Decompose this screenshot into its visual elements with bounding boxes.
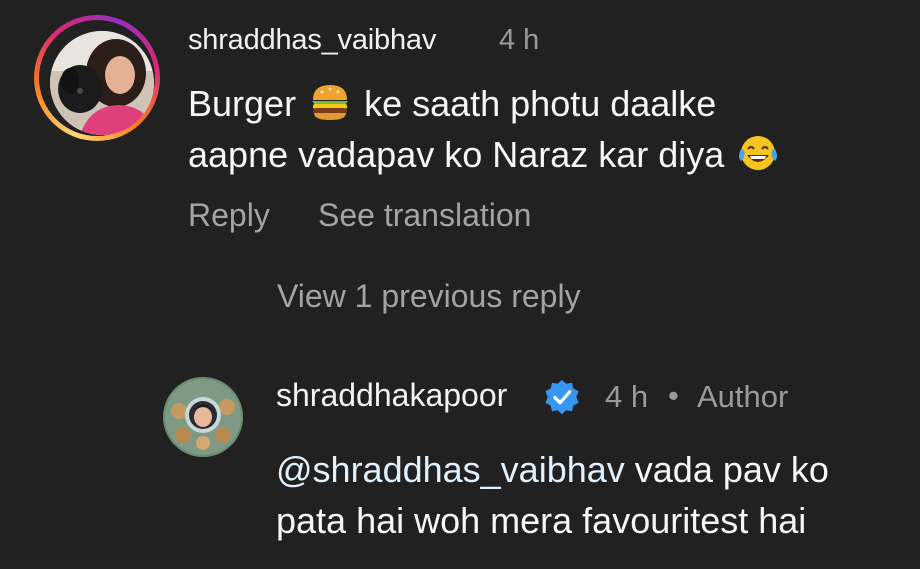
avatar-ring-gap — [39, 20, 155, 136]
avatar-photo-image — [50, 31, 154, 135]
story-ring-avatar[interactable] — [34, 15, 160, 141]
reply-button[interactable]: Reply — [188, 197, 270, 233]
comment-text-line-2: aapne vadapav ko Naraz kar diya — [188, 129, 888, 180]
comment-actions: Reply See translation — [188, 197, 531, 234]
comment-text-segment: aapne vadapav ko Naraz kar diya — [188, 134, 735, 175]
reply-text: @shraddhas_vaibhav vada pav ko pata hai … — [276, 444, 916, 546]
comment-text-line-1: Burger ke saath photu daalke — [188, 78, 888, 129]
comment-text-segment: Burger — [188, 83, 307, 124]
comment-text-segment: ke saath photu daalke — [354, 83, 717, 124]
reply-text-line-1: @shraddhas_vaibhav vada pav ko — [276, 444, 916, 495]
view-previous-replies-button[interactable]: View 1 previous reply — [277, 278, 581, 315]
comment-timestamp: 4 h — [499, 24, 540, 56]
comment-thread-item: shraddhas_vaibhav 4 h Burger ke saath ph… — [0, 0, 920, 260]
reply-avatar[interactable] — [163, 377, 243, 457]
mention-link[interactable]: @shraddhas_vaibhav — [276, 449, 625, 490]
avatar — [50, 31, 154, 135]
see-translation-button[interactable]: See translation — [318, 197, 531, 234]
burger-emoji-icon — [312, 85, 349, 120]
author-badge: Author — [697, 379, 789, 414]
reply-username[interactable]: shraddhakapoor — [276, 377, 507, 414]
comments-screen: shraddhas_vaibhav 4 h Burger ke saath ph… — [0, 0, 920, 569]
tears-of-joy-emoji-icon — [739, 136, 778, 170]
reply-avatar-image — [163, 377, 243, 457]
comment-text: Burger ke saath photu daalke aapne vadap… — [188, 78, 888, 180]
reply-timestamp: 4 h — [605, 379, 649, 414]
comment-username[interactable]: shraddhas_vaibhav — [188, 24, 436, 57]
meta-separator: • — [668, 378, 679, 413]
verified-badge-icon — [545, 379, 579, 415]
reply-text-segment: vada pav ko — [624, 449, 829, 490]
reply-text-line-2: pata hai woh mera favouritest hai — [276, 500, 807, 541]
